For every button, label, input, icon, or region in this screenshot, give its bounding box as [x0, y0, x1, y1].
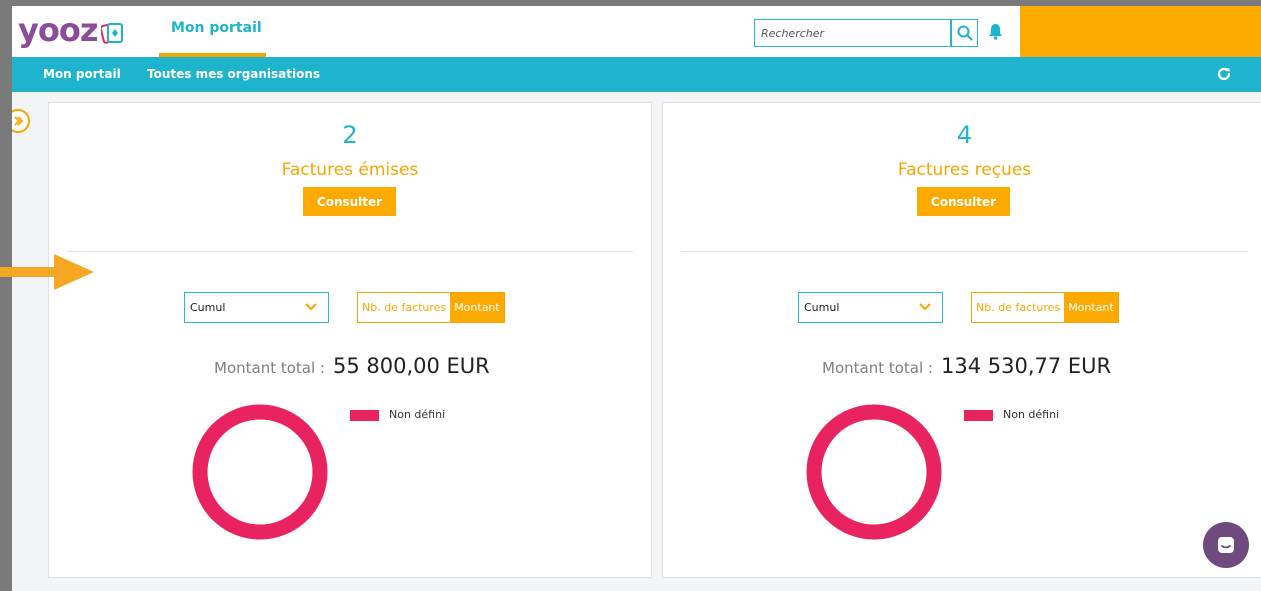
- chat-launcher-button[interactable]: [1203, 522, 1249, 568]
- total-label: Montant total :: [214, 359, 325, 377]
- legend-swatch: [350, 410, 379, 421]
- chat-icon: [1218, 537, 1234, 553]
- tab-mon-portail-label: Mon portail: [171, 20, 262, 36]
- arrow-icon: [0, 254, 94, 290]
- invoices-issued-card: 2 Factures émises Consulter Cumul Nb. de…: [48, 102, 652, 578]
- chevron-down-icon: [919, 303, 931, 311]
- invoices-received-card: 4 Factures reçues Consulter Cumul Nb. de…: [662, 102, 1261, 578]
- total-amount: Montant total : 134 530,77 EUR: [822, 354, 1111, 378]
- tab-mon-portail[interactable]: Mon portail: [159, 6, 266, 57]
- search-button[interactable]: [951, 19, 978, 47]
- logo-text: yooz: [18, 11, 98, 49]
- metric-toggle: Nb. de factures Montant: [357, 292, 505, 323]
- card-title: Factures émises: [281, 160, 419, 180]
- search-input[interactable]: [754, 19, 951, 47]
- donut-chart: [192, 404, 328, 540]
- legend-swatch: [964, 410, 993, 421]
- legend-label: Non défini: [389, 408, 446, 421]
- total-value: 134 530,77 EUR: [940, 354, 1112, 378]
- card-title: Factures reçues: [897, 160, 1032, 180]
- toggle-amount[interactable]: Montant: [450, 293, 504, 322]
- refresh-icon[interactable]: [1215, 65, 1233, 83]
- search-icon: [957, 25, 973, 41]
- consult-button[interactable]: Consulter: [917, 187, 1010, 216]
- donut-chart: [806, 404, 942, 540]
- bell-icon[interactable]: [988, 23, 1003, 40]
- nav-item-toutes-organisations[interactable]: Toutes mes organisations: [147, 67, 320, 81]
- toggle-amount[interactable]: Montant: [1064, 293, 1118, 322]
- consult-button[interactable]: Consulter: [303, 187, 396, 216]
- sidebar-expand-button[interactable]: [12, 109, 30, 133]
- user-menu-area[interactable]: [1020, 6, 1261, 57]
- app-window: yooz Mon portail Mon portail Toutes mes …: [12, 6, 1261, 591]
- legend-label: Non défini: [1003, 408, 1060, 421]
- period-select[interactable]: Cumul: [184, 292, 329, 323]
- toggle-count[interactable]: Nb. de factures: [358, 293, 451, 322]
- nav-bar: Mon portail Toutes mes organisations: [12, 57, 1261, 92]
- expand-icon: [14, 116, 24, 126]
- nav-item-mon-portail[interactable]: Mon portail: [43, 67, 121, 81]
- donut-slice-non-defini: [806, 404, 942, 540]
- yooz-logo[interactable]: yooz: [18, 14, 127, 46]
- donut-slice-non-defini: [192, 404, 328, 540]
- period-select[interactable]: Cumul: [798, 292, 943, 323]
- total-amount: Montant total : 55 800,00 EUR: [214, 354, 490, 378]
- total-value: 55 800,00 EUR: [332, 354, 490, 378]
- invoice-count: 4: [956, 121, 973, 149]
- logo-cards-icon: [101, 22, 124, 44]
- top-bar: yooz Mon portail: [12, 6, 1261, 57]
- metric-toggle: Nb. de factures Montant: [971, 292, 1119, 323]
- divider: [67, 251, 633, 252]
- toggle-count[interactable]: Nb. de factures: [972, 293, 1065, 322]
- period-select-value: Cumul: [804, 301, 840, 314]
- period-select-value: Cumul: [190, 301, 226, 314]
- total-label: Montant total :: [822, 359, 933, 377]
- invoice-count: 2: [342, 121, 358, 149]
- divider: [681, 251, 1248, 252]
- chevron-down-icon: [305, 303, 317, 311]
